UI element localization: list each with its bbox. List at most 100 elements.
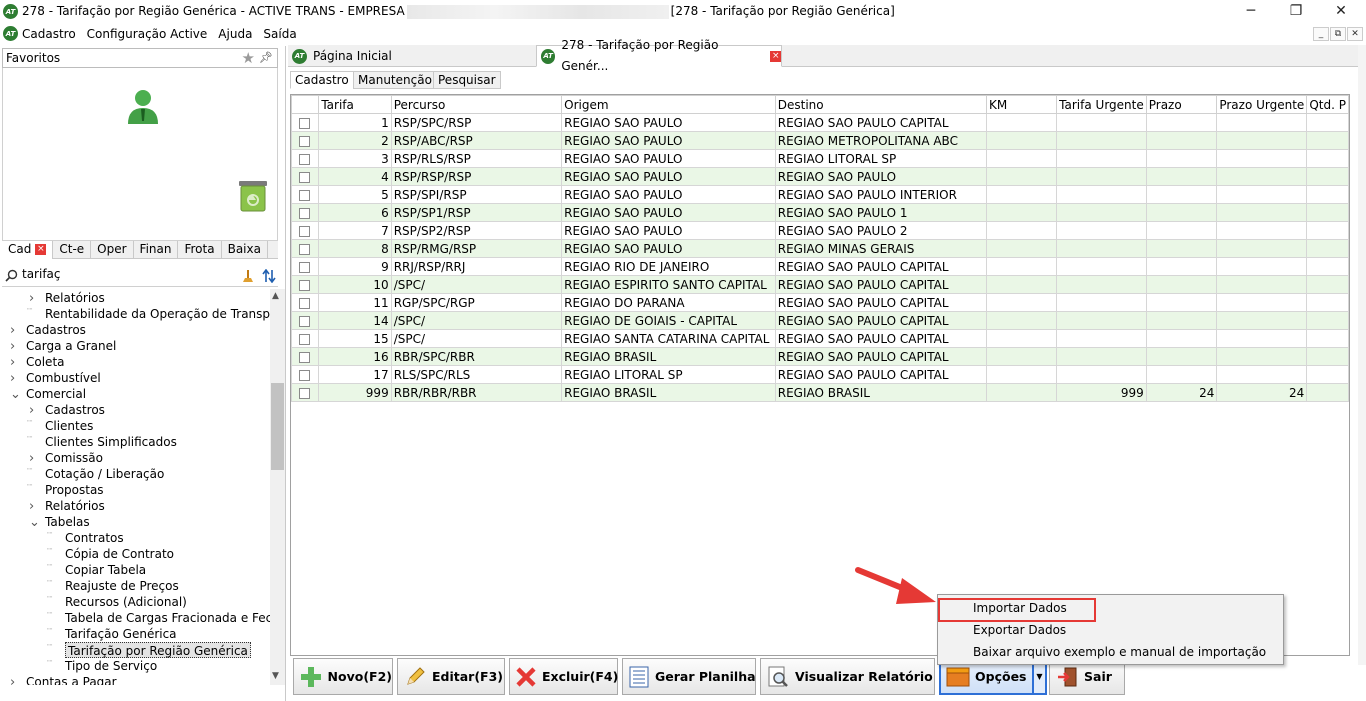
table-row[interactable]: 7 RSP/SP2/RSP REGIAO SAO PAULO REGIAO SAO P…: [291, 221, 1349, 240]
tree-item[interactable]: Tarifação por Região Genérica: [65, 642, 251, 658]
menu-saida[interactable]: Saída: [263, 27, 296, 41]
row-select-cell[interactable]: [291, 239, 320, 258]
row-checkbox[interactable]: [299, 315, 310, 327]
collapsed-chevron-icon[interactable]: ›: [10, 355, 15, 370]
tree-item[interactable]: Cadastros: [45, 402, 105, 418]
column-header[interactable]: Prazo Urgente: [1216, 95, 1308, 114]
tree-scrollbar-thumb[interactable]: [271, 383, 284, 470]
row-checkbox[interactable]: [299, 387, 310, 399]
row-checkbox[interactable]: [299, 153, 310, 165]
row-select-cell[interactable]: [291, 383, 320, 402]
row-select-cell[interactable]: [291, 257, 320, 276]
collapsed-chevron-icon[interactable]: ›: [10, 371, 15, 386]
table-row[interactable]: 17 RLS/SPC/RLS REGIAO LITORAL SP REGIAO SAO…: [291, 365, 1349, 384]
user-icon[interactable]: [126, 88, 160, 124]
column-header[interactable]: Qtd. P: [1306, 95, 1349, 114]
tab-pesquisar[interactable]: Pesquisar: [433, 71, 501, 89]
tree-item[interactable]: Cópia de Contrato: [65, 546, 174, 562]
column-header[interactable]: Origem: [561, 95, 776, 114]
tab-cte[interactable]: Ct-e: [53, 241, 92, 259]
collapsed-chevron-icon[interactable]: ›: [10, 675, 15, 685]
collapsed-chevron-icon[interactable]: ›: [29, 451, 34, 466]
tab-finan[interactable]: Finan: [134, 241, 179, 259]
sort-icon[interactable]: [262, 269, 276, 283]
editar-button[interactable]: Editar(F3): [397, 658, 505, 695]
row-checkbox[interactable]: [299, 351, 310, 363]
column-header[interactable]: [291, 95, 320, 114]
row-select-cell[interactable]: [291, 365, 320, 384]
tree-item[interactable]: Clientes: [45, 418, 93, 434]
row-checkbox[interactable]: [299, 207, 310, 219]
menu-baixar-exemplo[interactable]: Baixar arquivo exemplo e manual de impor…: [973, 645, 1266, 659]
table-row[interactable]: 8 RSP/RMG/RSP REGIAO SAO PAULO REGIAO MINAS…: [291, 239, 1349, 258]
excluir-button[interactable]: Excluir(F4): [509, 658, 618, 695]
row-checkbox[interactable]: [299, 369, 310, 381]
row-checkbox[interactable]: [299, 297, 310, 309]
table-row[interactable]: 2 RSP/ABC/RSP REGIAO SAO PAULO REGIAO METRO…: [291, 131, 1349, 150]
row-checkbox[interactable]: [299, 243, 310, 255]
row-select-cell[interactable]: [291, 275, 320, 294]
table-row[interactable]: 9 RRJ/RSP/RRJ REGIAO RIO DE JANEIRO REGIAO …: [291, 257, 1349, 276]
tab-cad[interactable]: Cad ×: [2, 241, 54, 259]
tree-item[interactable]: Cadastros: [26, 322, 86, 338]
row-select-cell[interactable]: [291, 113, 320, 132]
tree-item[interactable]: Copiar Tabela: [65, 562, 146, 578]
column-header[interactable]: Destino: [774, 95, 988, 114]
tab-cadastro[interactable]: Cadastro: [290, 71, 354, 89]
column-header[interactable]: KM: [986, 95, 1058, 114]
row-select-cell[interactable]: [291, 203, 320, 222]
search-input[interactable]: tarifaç: [22, 267, 61, 281]
tab-frota[interactable]: Frota: [178, 241, 222, 259]
tree-item[interactable]: Comissão: [45, 450, 103, 466]
tree-item[interactable]: Tabelas: [45, 514, 90, 530]
row-select-cell[interactable]: [291, 221, 320, 240]
table-row[interactable]: 1 RSP/SPC/RSP REGIAO SAO PAULO REGIAO SAO P…: [291, 113, 1349, 132]
mdi-minimize-button[interactable]: _: [1313, 27, 1329, 41]
row-checkbox[interactable]: [299, 117, 310, 129]
row-checkbox[interactable]: [299, 279, 310, 291]
gerar-planilha-button[interactable]: Gerar Planilha: [622, 658, 756, 695]
menu-configuracao[interactable]: Configuração Active: [87, 27, 208, 41]
column-header[interactable]: Percurso: [390, 95, 563, 114]
table-row[interactable]: 999 RBR/RBR/RBR REGIAO BRASIL REGIAO BRASIL…: [291, 383, 1349, 402]
tree-item[interactable]: Reajuste de Preços: [65, 578, 179, 594]
row-checkbox[interactable]: [299, 171, 310, 183]
table-row[interactable]: 5 RSP/SPI/RSP REGIAO SAO PAULO REGIAO SAO P…: [291, 185, 1349, 204]
menu-cadastro[interactable]: Cadastro: [22, 27, 76, 41]
tab-tarifacao[interactable]: AT 278 - Tarifação por Região Genér... ×: [536, 38, 782, 73]
row-select-cell[interactable]: [291, 311, 320, 330]
collapsed-chevron-icon[interactable]: ›: [10, 323, 15, 338]
row-checkbox[interactable]: [299, 189, 310, 201]
row-select-cell[interactable]: [291, 329, 320, 348]
star-icon[interactable]: ★: [242, 49, 255, 67]
row-checkbox[interactable]: [299, 333, 310, 345]
scroll-up-icon[interactable]: ▲: [272, 291, 279, 301]
tree-item[interactable]: Propostas: [45, 482, 104, 498]
tree-item[interactable]: Coleta: [26, 354, 65, 370]
tree-item[interactable]: Contratos: [65, 530, 124, 546]
tab-manutencao[interactable]: Manutenção: [353, 71, 437, 89]
close-tab-icon[interactable]: ×: [770, 50, 781, 62]
tab-baixa[interactable]: Baixa: [222, 241, 268, 259]
close-window-button[interactable]: ✕: [1318, 0, 1364, 23]
menu-ajuda[interactable]: Ajuda: [218, 27, 252, 41]
expanded-chevron-icon[interactable]: ⌄: [29, 515, 40, 530]
minimize-button[interactable]: ─: [1228, 0, 1274, 23]
pin-icon[interactable]: 📌︎: [259, 49, 273, 67]
collapsed-chevron-icon[interactable]: ›: [29, 499, 34, 514]
tree-item[interactable]: Carga a Granel: [26, 338, 116, 354]
tree-item[interactable]: Cotação / Liberação: [45, 466, 164, 482]
visualizar-relatorio-button[interactable]: Visualizar Relatório: [760, 658, 935, 695]
row-checkbox[interactable]: [299, 225, 310, 237]
column-header[interactable]: Tarifa Urgente: [1056, 95, 1147, 114]
collapsed-chevron-icon[interactable]: ›: [29, 291, 34, 306]
row-select-cell[interactable]: [291, 347, 320, 366]
table-row[interactable]: 6 RSP/SP1/RSP REGIAO SAO PAULO REGIAO SAO P…: [291, 203, 1349, 222]
collapsed-chevron-icon[interactable]: ›: [29, 403, 34, 418]
expanded-chevron-icon[interactable]: ⌄: [10, 387, 21, 402]
row-select-cell[interactable]: [291, 131, 320, 150]
table-row[interactable]: 3 RSP/RLS/RSP REGIAO SAO PAULO REGIAO LITOR…: [291, 149, 1349, 168]
column-header[interactable]: Tarifa: [318, 95, 392, 114]
clear-filter-icon[interactable]: [242, 269, 254, 283]
collapsed-chevron-icon[interactable]: ›: [10, 339, 15, 354]
